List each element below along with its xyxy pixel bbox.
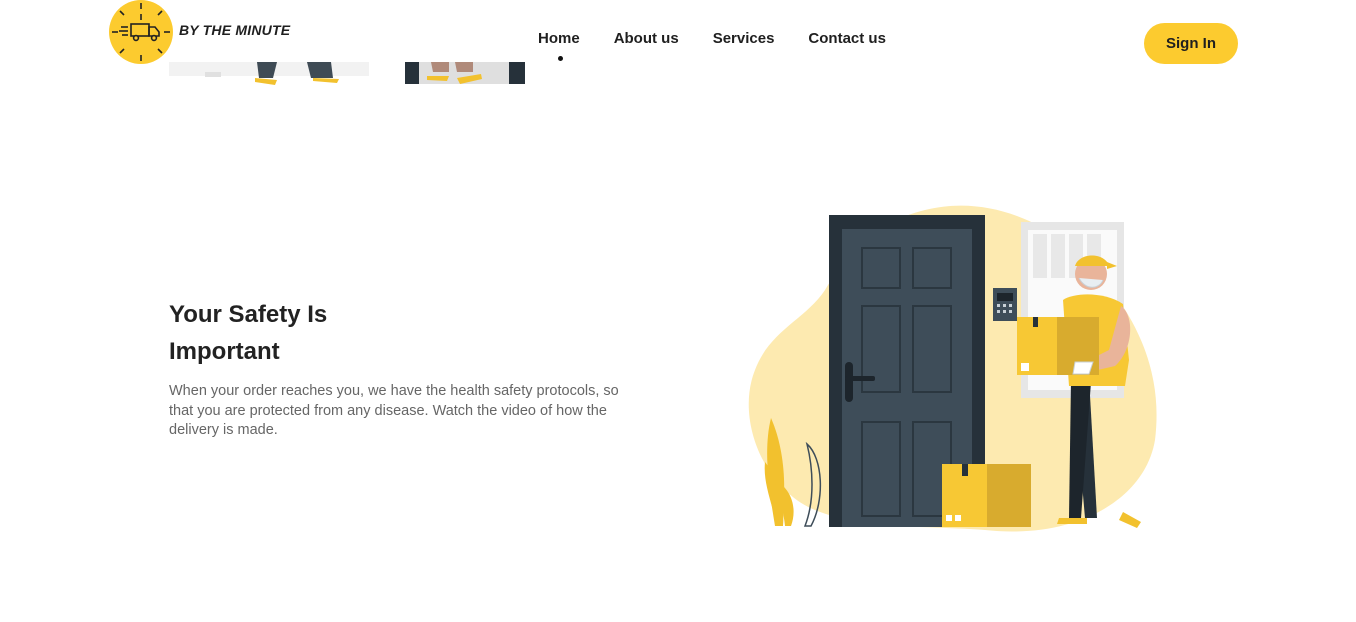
nav-active-indicator <box>558 56 563 61</box>
delivery-person-at-door-illustration <box>748 205 1157 532</box>
nav-home[interactable]: Home <box>538 30 580 47</box>
nav-about-us[interactable]: About us <box>614 30 679 47</box>
nav-contact-us[interactable]: Contact us <box>808 30 886 47</box>
clock-truck-icon <box>109 0 173 64</box>
sign-in-button[interactable]: Sign In <box>1144 23 1238 64</box>
main-nav: Home About us Services Contact us <box>538 30 886 47</box>
nav-services[interactable]: Services <box>713 30 775 47</box>
brand-logo[interactable]: BY THE MINUTE <box>109 0 290 64</box>
previous-illustration <box>169 62 525 85</box>
section-title: Your Safety Is Important <box>169 301 328 365</box>
brand-name: BY THE MINUTE <box>179 22 291 38</box>
section-description: When your order reaches you, we have the… <box>169 383 619 438</box>
